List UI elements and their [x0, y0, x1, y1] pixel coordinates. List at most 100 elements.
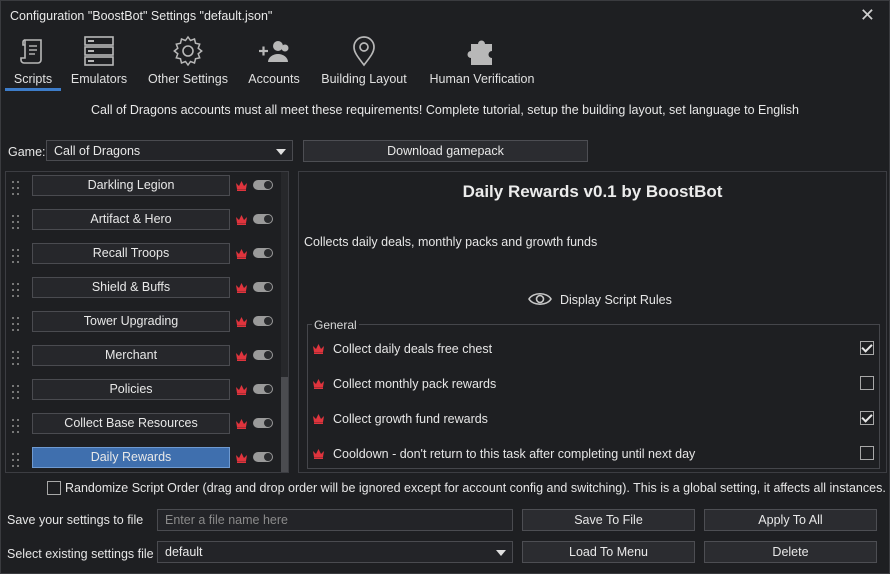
- load-to-menu-button[interactable]: Load To Menu: [522, 541, 695, 563]
- crown-icon: [313, 379, 324, 389]
- settings-file-select[interactable]: default: [157, 541, 513, 563]
- randomize-label: Randomize Script Order (drag and drop or…: [65, 481, 886, 495]
- setting-checkbox[interactable]: [860, 376, 874, 390]
- crown-icon: [236, 419, 247, 429]
- tab-accounts-label: Accounts: [248, 72, 300, 86]
- script-row[interactable]: Darkling Legion: [6, 172, 276, 206]
- crown-icon: [236, 283, 247, 293]
- tab-human-verification[interactable]: Human Verification: [426, 31, 538, 91]
- script-row[interactable]: Collect Base Resources: [6, 410, 276, 444]
- window-title: Configuration "BoostBot" Settings "defau…: [10, 9, 273, 23]
- crown-icon: [236, 453, 247, 463]
- script-button[interactable]: Merchant: [32, 345, 230, 366]
- delete-button[interactable]: Delete: [704, 541, 877, 563]
- setting-option-label: Cooldown - don't return to this task aft…: [333, 447, 696, 461]
- script-toggle[interactable]: [253, 384, 273, 394]
- script-toggle[interactable]: [253, 316, 273, 326]
- requirements-banner: Call of Dragons accounts must all meet t…: [90, 103, 800, 117]
- general-group: General Collect daily deals free chest Co…: [307, 318, 880, 469]
- crown-icon: [313, 414, 324, 424]
- script-button[interactable]: Recall Troops: [32, 243, 230, 264]
- drag-handle-icon[interactable]: [12, 249, 20, 265]
- drag-handle-icon[interactable]: [12, 385, 20, 401]
- crown-icon: [236, 351, 247, 361]
- drag-handle-icon[interactable]: [12, 317, 20, 333]
- script-row[interactable]: Merchant: [6, 342, 276, 376]
- close-icon[interactable]: ✕: [860, 5, 875, 26]
- gear-icon: [173, 35, 203, 67]
- script-title: Daily Rewards v0.1 by BoostBot: [462, 182, 723, 201]
- setting-checkbox[interactable]: [860, 446, 874, 460]
- drag-handle-icon[interactable]: [12, 283, 20, 299]
- crown-icon: [236, 317, 247, 327]
- drag-handle-icon[interactable]: [12, 419, 20, 435]
- script-toggle[interactable]: [253, 214, 273, 224]
- crown-icon: [313, 449, 324, 459]
- script-list: Darkling Legion Artifact & Hero Recall Tro…: [5, 171, 289, 473]
- setting-checkbox[interactable]: [860, 341, 874, 355]
- tab-other-settings-label: Other Settings: [148, 72, 228, 86]
- script-button[interactable]: Tower Upgrading: [32, 311, 230, 332]
- drag-handle-icon[interactable]: [12, 181, 20, 197]
- title-bar: Configuration "BoostBot" Settings "defau…: [1, 1, 889, 31]
- scroll-icon: [20, 39, 42, 64]
- drag-handle-icon[interactable]: [12, 215, 20, 231]
- script-row[interactable]: Tower Upgrading: [6, 308, 276, 342]
- randomize-checkbox[interactable]: [47, 481, 61, 495]
- script-row[interactable]: Daily Rewards: [6, 444, 276, 472]
- script-toggle[interactable]: [253, 248, 273, 258]
- users-add-icon: [259, 41, 289, 62]
- map-pin-icon: [353, 36, 375, 67]
- setting-option-label: Collect monthly pack rewards: [333, 377, 497, 391]
- script-row[interactable]: Recall Troops: [6, 240, 276, 274]
- setting-option-label: Collect growth fund rewards: [333, 412, 488, 426]
- eye-icon: [528, 292, 552, 306]
- file-name-input[interactable]: Enter a file name here: [157, 509, 513, 531]
- script-toggle[interactable]: [253, 452, 273, 462]
- script-list-scrollbar[interactable]: [281, 172, 288, 472]
- game-select[interactable]: Call of Dragons: [46, 140, 293, 161]
- config-window: Configuration "BoostBot" Settings "defau…: [0, 0, 890, 574]
- script-button[interactable]: Policies: [32, 379, 230, 400]
- tab-other-settings[interactable]: Other Settings: [146, 31, 230, 91]
- tab-scripts[interactable]: Scripts: [5, 31, 61, 91]
- script-detail-panel: Daily Rewards v0.1 by BoostBot Collects …: [298, 171, 887, 473]
- script-row[interactable]: Policies: [6, 376, 276, 410]
- crown-icon: [313, 344, 324, 354]
- script-button[interactable]: Collect Base Resources: [32, 413, 230, 434]
- tab-emulators-label: Emulators: [70, 72, 128, 86]
- script-toggle[interactable]: [253, 180, 273, 190]
- server-icon: [84, 36, 114, 66]
- script-button[interactable]: Daily Rewards: [32, 447, 230, 468]
- game-select-value: Call of Dragons: [54, 144, 141, 158]
- drag-handle-icon[interactable]: [12, 453, 20, 469]
- setting-option: Cooldown - don't return to this task aft…: [312, 444, 876, 464]
- crown-icon: [236, 249, 247, 259]
- tab-bar: Scripts Emulators Other Settings Account…: [1, 31, 889, 91]
- script-button[interactable]: Shield & Buffs: [32, 277, 230, 298]
- crown-icon: [236, 215, 247, 225]
- setting-option-label: Collect daily deals free chest: [333, 342, 493, 356]
- script-button[interactable]: Artifact & Hero: [32, 209, 230, 230]
- setting-checkbox[interactable]: [860, 411, 874, 425]
- script-toggle[interactable]: [253, 418, 273, 428]
- download-gamepack-button[interactable]: Download gamepack: [303, 140, 588, 162]
- script-toggle[interactable]: [253, 282, 273, 292]
- script-button[interactable]: Darkling Legion: [32, 175, 230, 196]
- script-description: Collects daily deals, monthly packs and …: [304, 235, 598, 249]
- tab-building-layout[interactable]: Building Layout: [319, 31, 409, 91]
- tab-accounts[interactable]: Accounts: [244, 31, 304, 91]
- game-label: Game:: [8, 145, 46, 159]
- script-row[interactable]: Artifact & Hero: [6, 206, 276, 240]
- drag-handle-icon[interactable]: [12, 351, 20, 367]
- select-settings-label: Select existing settings file: [7, 547, 154, 561]
- script-row[interactable]: Shield & Buffs: [6, 274, 276, 308]
- script-toggle[interactable]: [253, 350, 273, 360]
- tab-human-verification-label: Human Verification: [429, 72, 535, 86]
- apply-to-all-button[interactable]: Apply To All: [704, 509, 877, 531]
- scrollbar-thumb[interactable]: [281, 377, 288, 472]
- save-to-file-button[interactable]: Save To File: [522, 509, 695, 531]
- general-group-label: General: [312, 318, 359, 332]
- setting-option: Collect daily deals free chest: [312, 339, 876, 359]
- tab-emulators[interactable]: Emulators: [67, 31, 131, 91]
